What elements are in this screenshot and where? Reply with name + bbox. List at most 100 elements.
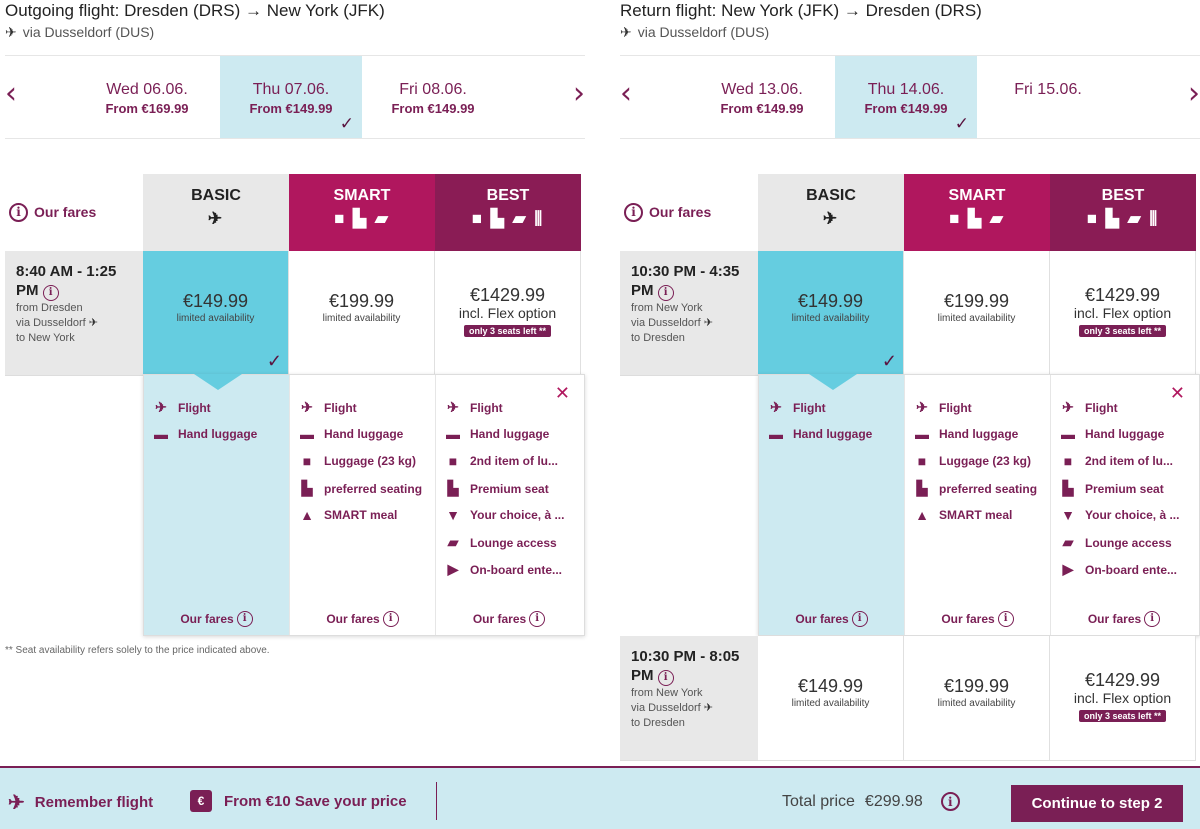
availability: limited availability <box>937 313 1016 324</box>
date-day: Thu 14.06. <box>867 81 945 98</box>
our-fares-link[interactable]: Our fares i <box>1051 611 1197 627</box>
info-icon[interactable]: i <box>657 285 674 301</box>
plane-icon: ✈ <box>447 399 459 415</box>
date-day: Thu 07.06. <box>252 81 330 98</box>
feature-item: ✈ Flight <box>442 399 503 416</box>
feature-item: ✈ Flight <box>911 399 972 416</box>
flex-option: incl. Flex option <box>1073 305 1172 321</box>
flight-via: via Dusseldorf ✈ <box>16 317 98 329</box>
our-fares-link[interactable]: Our fares i <box>759 611 904 627</box>
feature-item: ▬ Hand luggage <box>150 426 257 442</box>
save-price-button[interactable]: € From €10 Save your price <box>190 790 407 812</box>
checkmark-icon: ✓ <box>266 351 282 371</box>
seats-left-badge: only 3 seats left ** <box>1078 325 1167 337</box>
luggage-icon: ■ <box>302 453 312 469</box>
flight-time: 8:40 AM - 1:25 PM i <box>16 263 117 301</box>
feature-item: ▶ On-board ente... <box>442 561 562 578</box>
price-smart[interactable]: €199.99 limited availability <box>904 251 1050 376</box>
total-price: Total price €299.98 i <box>782 792 960 811</box>
continue-button[interactable]: Continue to step 2 <box>1011 785 1183 822</box>
price-basic[interactable]: €149.99 limited availability <box>758 636 904 761</box>
price: €1429.99 <box>1084 285 1161 305</box>
info-icon: i <box>529 611 546 627</box>
checkmark-icon: ✓ <box>339 114 354 133</box>
our-fares-header[interactable]: i Our fares <box>5 174 143 250</box>
date-price: From €149.99 <box>391 101 475 116</box>
hand-luggage-icon: ▬ <box>1061 426 1075 442</box>
flex-option: incl. Flex option <box>1073 690 1172 706</box>
flight-time-cell: 10:30 PM - 4:35 PM i from New York via D… <box>620 251 758 376</box>
luggage-seat-meal-icons: ■ ▙ ▰ <box>334 209 390 228</box>
availability: limited availability <box>937 698 1016 709</box>
date-option[interactable]: Wed 06.06. From €169.99 <box>76 56 218 138</box>
fare-details-panel: ✈ Flight ▬ Hand luggage Our fares i ✈ Flight… <box>758 374 1200 636</box>
info-icon: i <box>997 611 1014 627</box>
our-fares-label: Our fares <box>649 204 712 220</box>
availability: limited availability <box>791 313 870 324</box>
info-icon[interactable]: i <box>657 670 674 686</box>
plane-icon: ✈ <box>770 399 782 415</box>
feature-item: ▙ Premium seat <box>442 480 549 497</box>
prev-date-arrow-icon[interactable]: ‹ <box>620 76 632 111</box>
close-icon[interactable]: ✕ <box>1170 383 1185 404</box>
our-fares-link[interactable]: Our fares i <box>905 611 1050 627</box>
price-best[interactable]: €1429.99 incl. Flex option only 3 seats … <box>435 251 581 376</box>
fare-header-smart: SMART ■ ▙ ▰ <box>904 174 1050 251</box>
our-fares-link[interactable]: Our fares i <box>144 611 289 627</box>
price-best[interactable]: €1429.99 incl. Flex option only 3 seats … <box>1050 636 1196 761</box>
price: €199.99 <box>943 676 1010 696</box>
info-icon[interactable]: i <box>9 202 28 222</box>
price-best[interactable]: €1429.99 incl. Flex option only 3 seats … <box>1050 251 1196 376</box>
flight-row: 10:30 PM - 4:35 PM i from New York via D… <box>620 251 1200 376</box>
price: €1429.99 <box>469 285 546 305</box>
best-features: ✕ ✈ Flight ▬ Hand luggage ■ 2nd item of lu.… <box>1051 375 1197 635</box>
fare-header-basic: BASIC ✈ <box>143 174 289 251</box>
date-option[interactable]: Fri 08.06. From €149.99 <box>362 56 504 138</box>
next-date-arrow-icon[interactable]: › <box>573 76 585 111</box>
flight-to: to Dresden <box>631 332 685 344</box>
hand-luggage-icon: ▬ <box>446 426 460 442</box>
price-basic-selected[interactable]: €149.99 limited availability ✓ <box>758 251 904 376</box>
our-fares-link[interactable]: Our fares i <box>290 611 435 627</box>
flight-from: from New York <box>631 302 703 314</box>
info-icon[interactable]: i <box>940 792 960 811</box>
flight-via: via Dusseldorf ✈ <box>631 702 713 714</box>
seats-left-badge: only 3 seats left ** <box>1078 710 1167 722</box>
date-option[interactable]: Wed 13.06. From €149.99 <box>691 56 833 138</box>
flight-row: 8:40 AM - 1:25 PM i from Dresden via Dus… <box>5 251 585 376</box>
plane-heart-icon: ✈ <box>8 792 25 814</box>
meal-icon: ▲ <box>300 507 314 523</box>
remember-flight-button[interactable]: ✈ Remember flight <box>8 790 153 815</box>
total-label: Total price <box>782 792 855 810</box>
info-icon[interactable]: i <box>42 285 59 301</box>
price-smart[interactable]: €199.99 limited availability <box>904 636 1050 761</box>
hand-luggage-icon: ▬ <box>915 426 929 442</box>
feature-item: ■ 2nd item of lu... <box>1057 453 1173 469</box>
fare-name: SMART <box>948 187 1006 204</box>
prev-date-arrow-icon[interactable]: ‹ <box>5 76 17 111</box>
price-smart[interactable]: €199.99 limited availability <box>289 251 435 376</box>
feature-item: ▬ Hand luggage <box>296 426 403 442</box>
date-option[interactable]: Fri 15.06. <box>977 56 1119 138</box>
remember-label: Remember flight <box>34 794 154 811</box>
second-luggage-icon: ■ <box>448 453 458 469</box>
smart-features: ✈ Flight ▬ Hand luggage ■ Luggage (23 kg) ▙… <box>905 375 1051 635</box>
info-icon: i <box>1144 611 1161 627</box>
plane-icon: ✈ <box>703 702 713 714</box>
next-date-arrow-icon[interactable]: › <box>1188 76 1200 111</box>
our-fares-link[interactable]: Our fares i <box>436 611 582 627</box>
feature-item: ▰ Lounge access <box>1057 534 1172 551</box>
date-option-selected[interactable]: Thu 14.06. From €149.99 ✓ <box>835 56 977 138</box>
our-fares-header[interactable]: i Our fares <box>620 174 758 250</box>
return-via-text: via Dusseldorf (DUS) <box>637 24 770 40</box>
price-basic-selected[interactable]: €149.99 limited availability ✓ <box>143 251 289 376</box>
feature-item: ▬ Hand luggage <box>1057 426 1164 442</box>
feature-item: ▰ Lounge access <box>442 534 557 551</box>
info-icon[interactable]: i <box>624 202 643 222</box>
close-icon[interactable]: ✕ <box>555 383 570 404</box>
basic-features: ✈ Flight ▬ Hand luggage Our fares i <box>144 374 290 635</box>
feature-item: ✈ Flight <box>1057 399 1118 416</box>
hand-luggage-icon: ▬ <box>769 426 783 442</box>
save-price-label: From €10 Save your price <box>224 792 407 810</box>
date-option-selected[interactable]: Thu 07.06. From €149.99 ✓ <box>220 56 362 138</box>
